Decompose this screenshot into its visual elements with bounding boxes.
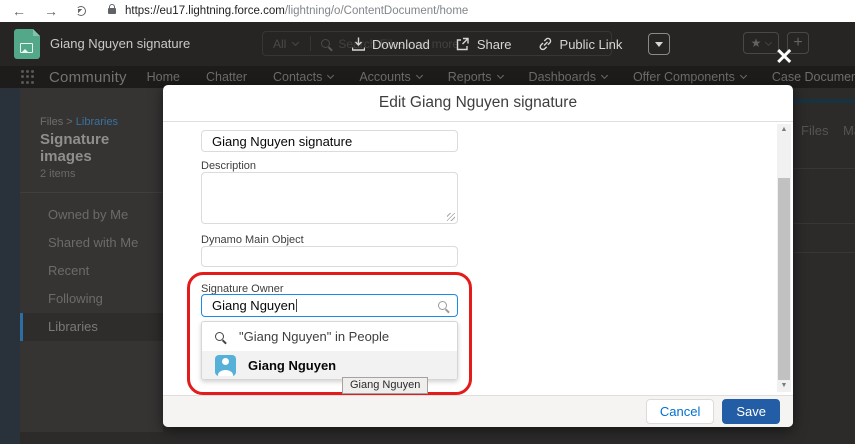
sidebar-item-following[interactable]: Following <box>20 285 163 313</box>
chevron-down-icon <box>739 71 747 80</box>
files-filter-list: Owned by Me Shared with Me Recent Follow… <box>20 201 163 341</box>
page-left-gutter <box>0 88 20 444</box>
back-icon[interactable]: ← <box>12 0 26 22</box>
file-preview-header: Giang Nguyen signature All Search Files … <box>0 22 855 66</box>
nav-tab-home[interactable]: Home <box>147 70 180 84</box>
table-row-divider <box>793 168 855 169</box>
hover-tooltip: Giang Nguyen <box>342 377 429 394</box>
image-file-icon <box>14 29 40 59</box>
scrollbar-track[interactable] <box>777 136 791 380</box>
background-tab-made[interactable]: Ma <box>843 123 855 138</box>
modal-scrollbar[interactable]: ▲ ▼ <box>777 124 791 392</box>
modal-footer: Cancel Save <box>163 395 793 427</box>
nav-tab-contacts[interactable]: Contacts <box>273 70 335 84</box>
address-bar[interactable]: https://eu17.lightning.force.com/lightni… <box>125 5 468 17</box>
file-title: Giang Nguyen signature <box>50 36 191 51</box>
star-icon: ★ <box>750 36 762 50</box>
share-button[interactable]: Share <box>456 37 512 52</box>
lookup-dropdown: "Giang Nguyen" in People Giang Nguyen <box>201 321 458 380</box>
nav-tabs: Home Chatter Contacts Accounts Reports D… <box>147 70 855 84</box>
table-row-divider <box>793 223 855 224</box>
favorite-button[interactable]: ★ <box>743 32 779 54</box>
app-name: Community <box>49 68 127 86</box>
url-path: /lightning/o/ContentDocument/home <box>284 5 469 17</box>
dynamo-main-object-label: Dynamo Main Object <box>201 234 304 246</box>
public-link-button[interactable]: Public Link <box>538 37 622 52</box>
sidebar-item-owned-by-me[interactable]: Owned by Me <box>20 201 163 229</box>
title-field-label-clipped: Title <box>201 123 321 126</box>
chevron-down-icon <box>327 71 335 80</box>
resize-handle[interactable] <box>447 213 455 221</box>
chevron-down-icon <box>292 38 300 47</box>
browser-toolbar: ← → https://eu17.lightning.force.com/lig… <box>0 0 855 22</box>
scroll-down-icon[interactable]: ▼ <box>777 380 791 392</box>
more-actions-button[interactable] <box>648 33 671 55</box>
search-scope-label[interactable]: All <box>273 37 286 51</box>
lookup-option-search-in-people[interactable]: "Giang Nguyen" in People <box>202 322 457 351</box>
title-input[interactable]: Giang Nguyen signature <box>201 130 458 152</box>
app-launcher-icon[interactable] <box>21 69 34 85</box>
background-tab-files[interactable]: Files <box>801 123 828 138</box>
table-row-divider <box>793 252 855 253</box>
chevron-down-icon <box>415 71 423 80</box>
breadcrumb: Files > Libraries <box>40 116 118 128</box>
caret-down-icon <box>655 41 664 51</box>
description-textarea[interactable] <box>201 172 458 224</box>
search-icon <box>215 332 224 341</box>
library-title: Signature images <box>40 131 110 165</box>
chevron-down-icon <box>600 71 608 80</box>
download-button[interactable]: Download <box>352 37 430 52</box>
scrollbar-thumb[interactable] <box>778 178 790 380</box>
chevron-down-icon <box>496 71 504 80</box>
text-cursor <box>296 299 298 312</box>
dynamo-main-object-input[interactable] <box>201 246 458 267</box>
modal-body: Title Giang Nguyen signature Description… <box>163 123 793 395</box>
nav-tab-offer-components[interactable]: Offer Components <box>633 70 747 84</box>
sidebar-item-recent[interactable]: Recent <box>20 257 163 285</box>
lock-icon <box>108 4 116 14</box>
nav-tab-chatter[interactable]: Chatter <box>206 70 247 84</box>
breadcrumb-link-libraries[interactable]: Libraries <box>76 116 118 128</box>
download-icon <box>352 37 365 51</box>
description-label: Description <box>201 160 257 172</box>
link-icon <box>539 37 551 51</box>
file-actions: Download Share Public Link <box>352 22 671 66</box>
close-preview-icon[interactable]: ✕ <box>775 46 793 68</box>
modal-title: Edit Giang Nguyen signature <box>378 94 578 111</box>
person-avatar-icon <box>215 355 236 376</box>
cancel-button[interactable]: Cancel <box>645 399 715 424</box>
item-count: 2 items <box>40 168 76 180</box>
forward-icon[interactable]: → <box>44 0 58 22</box>
divider <box>20 192 163 193</box>
nav-tab-reports[interactable]: Reports <box>448 70 504 84</box>
sidebar-item-shared-with-me[interactable]: Shared with Me <box>20 229 163 257</box>
active-tab-underline <box>793 99 855 103</box>
search-icon <box>438 301 447 310</box>
signature-owner-input[interactable]: Giang Nguyen <box>201 294 458 317</box>
search-icon <box>321 39 331 48</box>
share-icon <box>456 37 469 51</box>
save-button[interactable]: Save <box>722 399 780 424</box>
url-domain: https://eu17.lightning.force.com <box>125 5 285 17</box>
sidebar-item-libraries[interactable]: Libraries <box>20 313 163 341</box>
plus-icon: + <box>793 34 803 51</box>
chevron-down-icon <box>765 38 773 46</box>
nav-tab-accounts[interactable]: Accounts <box>359 70 423 84</box>
files-sidebar: Files > Libraries Signature images 2 ite… <box>20 88 163 432</box>
lookup-option-person[interactable]: Giang Nguyen <box>202 351 457 379</box>
nav-tab-case-documents[interactable]: Case Documents <box>772 70 855 84</box>
nav-tab-dashboards[interactable]: Dashboards <box>529 70 608 84</box>
scroll-up-icon[interactable]: ▲ <box>777 124 791 136</box>
modal-header: Edit Giang Nguyen signature <box>163 85 793 122</box>
screen: ← → https://eu17.lightning.force.com/lig… <box>0 0 855 444</box>
edit-file-modal: Edit Giang Nguyen signature Title Giang … <box>163 85 793 427</box>
reload-icon[interactable] <box>76 6 86 16</box>
